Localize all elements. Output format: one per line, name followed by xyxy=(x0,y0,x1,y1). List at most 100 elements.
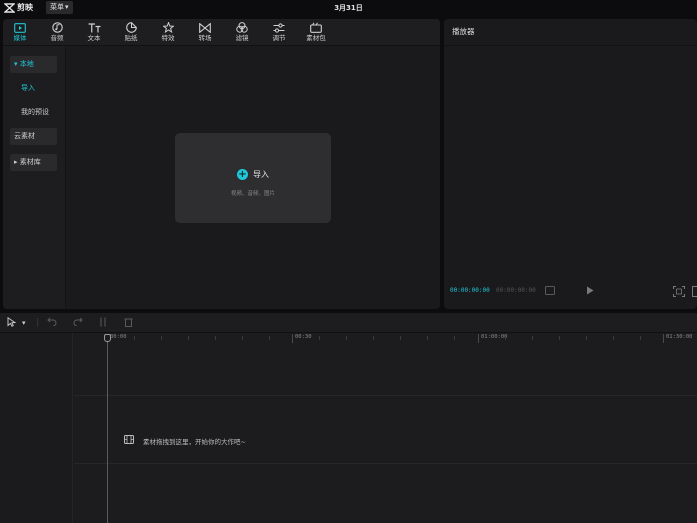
ruler-tick xyxy=(319,336,320,340)
fullscreen-button[interactable] xyxy=(673,286,685,300)
tab-media-label: 媒体 xyxy=(13,34,27,42)
sidebar-item-my-presets[interactable]: 我的预设 xyxy=(10,104,57,121)
ruler-label: 00:00 xyxy=(110,334,127,340)
ruler-label: 01:30:00 xyxy=(666,334,693,340)
ratio-icon xyxy=(692,286,697,297)
sidebar-item-library-label: 素材库 xyxy=(19,158,41,166)
track-divider xyxy=(74,463,697,464)
playhead-handle[interactable] xyxy=(104,334,111,342)
ruler-tick xyxy=(242,336,243,340)
title-bar: 剪映 菜单 ▾ 3月31日 xyxy=(0,0,697,16)
ruler-tick xyxy=(215,336,216,340)
chevron-down-icon[interactable]: ▾ xyxy=(22,317,26,329)
ruler-tick xyxy=(373,336,374,340)
ruler-tick xyxy=(613,336,614,340)
tab-adjust[interactable]: 调节 xyxy=(264,21,294,45)
ruler-label: 01:00:00 xyxy=(481,334,508,340)
media-icon xyxy=(5,21,35,34)
ruler-tick xyxy=(559,336,560,340)
media-sidebar: ▾ 本地 导入 我的预设 云素材 ▸ 素材库 xyxy=(3,46,66,309)
player-title: 播放器 xyxy=(452,27,475,36)
tab-sticker-label: 贴纸 xyxy=(124,34,138,42)
player-panel: 播放器 00:00:00:00 00:00:00:00 xyxy=(444,19,697,309)
ruler-tick xyxy=(346,336,347,340)
player-controls: 00:00:00:00 00:00:00:00 xyxy=(444,281,697,301)
tab-text-label: 文本 xyxy=(87,34,101,42)
ruler-tick xyxy=(134,336,135,340)
tab-package-label: 素材包 xyxy=(306,34,326,42)
import-dropzone[interactable]: + 导入 视频、音频、图片 xyxy=(175,133,331,223)
divider xyxy=(444,45,697,46)
tab-package[interactable]: 素材包 xyxy=(301,21,331,45)
timecode-toggle-icon[interactable] xyxy=(545,286,555,298)
ruler-tick xyxy=(586,336,587,340)
sidebar-item-local[interactable]: ▾ 本地 xyxy=(10,56,57,73)
filter-icon xyxy=(227,21,257,34)
tab-filter-label: 滤镜 xyxy=(235,34,249,42)
toolbar-divider: | xyxy=(36,318,40,328)
sidebar-item-local-label: 本地 xyxy=(19,60,34,68)
tab-adjust-label: 调节 xyxy=(272,34,286,42)
adjust-icon xyxy=(264,21,294,34)
category-toolbar: 媒体 音频 文本 贴纸 特效 转场 滤镜 调节 素材包 xyxy=(3,19,440,46)
redo-icon xyxy=(73,317,83,327)
sidebar-item-my-presets-label: 我的预设 xyxy=(21,108,49,116)
ruler-tick xyxy=(161,336,162,340)
tab-media[interactable]: 媒体 xyxy=(5,21,35,45)
tab-sticker[interactable]: 贴纸 xyxy=(116,21,146,45)
sidebar-item-import-label: 导入 xyxy=(21,84,35,92)
select-tool-button[interactable] xyxy=(7,316,17,329)
ruler-tick xyxy=(454,336,455,340)
current-timecode: 00:00:00:00 xyxy=(450,287,490,294)
ruler-tick xyxy=(400,336,401,340)
ruler-tick xyxy=(640,336,641,340)
tab-transition[interactable]: 转场 xyxy=(190,21,220,45)
cursor-icon xyxy=(7,316,17,327)
sticker-icon xyxy=(116,21,146,34)
split-icon xyxy=(100,317,106,327)
ruler-tick xyxy=(505,336,506,340)
ruler-tick xyxy=(188,336,189,340)
undo-button[interactable] xyxy=(47,317,57,329)
ruler-tick xyxy=(532,336,533,340)
empty-track-hint-text: 素材拖拽到这里，开始你的大作吧~ xyxy=(143,438,246,446)
timeline-panel: ▾ | 00:00 00:30 01:00:00 01:30:00 素材拖拽到这… xyxy=(0,313,697,523)
ruler-tick xyxy=(292,334,293,343)
ruler-tick xyxy=(269,336,270,340)
sidebar-item-cloud-label: 云素材 xyxy=(14,132,35,140)
timeline-toolbar: ▾ | xyxy=(0,313,697,333)
import-label: 导入 xyxy=(253,170,269,179)
tab-audio[interactable]: 音频 xyxy=(42,21,72,45)
plus-icon: + xyxy=(237,169,248,180)
text-icon xyxy=(79,21,109,34)
ruler-tick xyxy=(663,334,664,343)
play-button[interactable] xyxy=(586,286,594,298)
playhead-line[interactable] xyxy=(107,337,108,523)
undo-icon xyxy=(47,317,57,327)
audio-icon xyxy=(42,21,72,34)
effects-icon xyxy=(153,21,183,34)
delete-button[interactable] xyxy=(124,317,133,329)
tab-text[interactable]: 文本 xyxy=(79,21,109,45)
sidebar-item-cloud[interactable]: 云素材 xyxy=(10,128,57,145)
tab-effects[interactable]: 特效 xyxy=(153,21,183,45)
track-divider xyxy=(74,395,697,396)
redo-button[interactable] xyxy=(73,317,83,329)
timeline-tracks[interactable]: 00:00 00:30 01:00:00 01:30:00 素材拖拽到这里，开始… xyxy=(74,333,697,523)
sidebar-item-library[interactable]: ▸ 素材库 xyxy=(10,154,57,171)
split-button[interactable] xyxy=(99,317,107,329)
empty-track-hint: 素材拖拽到这里，开始你的大作吧~ xyxy=(124,435,246,447)
transition-icon xyxy=(190,21,220,34)
tab-filter[interactable]: 滤镜 xyxy=(227,21,257,45)
play-icon xyxy=(587,286,594,295)
sidebar-item-import[interactable]: 导入 xyxy=(10,80,57,97)
media-panel: 媒体 音频 文本 贴纸 特效 转场 滤镜 调节 素材包 ▾ 本地 导入 我的预设… xyxy=(3,19,440,309)
total-timecode: 00:00:00:00 xyxy=(496,287,536,294)
tab-effects-label: 特效 xyxy=(161,34,175,42)
package-icon xyxy=(301,21,331,34)
ratio-button[interactable] xyxy=(692,286,697,300)
fullscreen-icon xyxy=(673,286,685,297)
tab-transition-label: 转场 xyxy=(198,34,212,42)
time-ruler[interactable]: 00:00 00:30 01:00:00 01:30:00 xyxy=(74,333,697,345)
track-headers xyxy=(0,333,73,523)
